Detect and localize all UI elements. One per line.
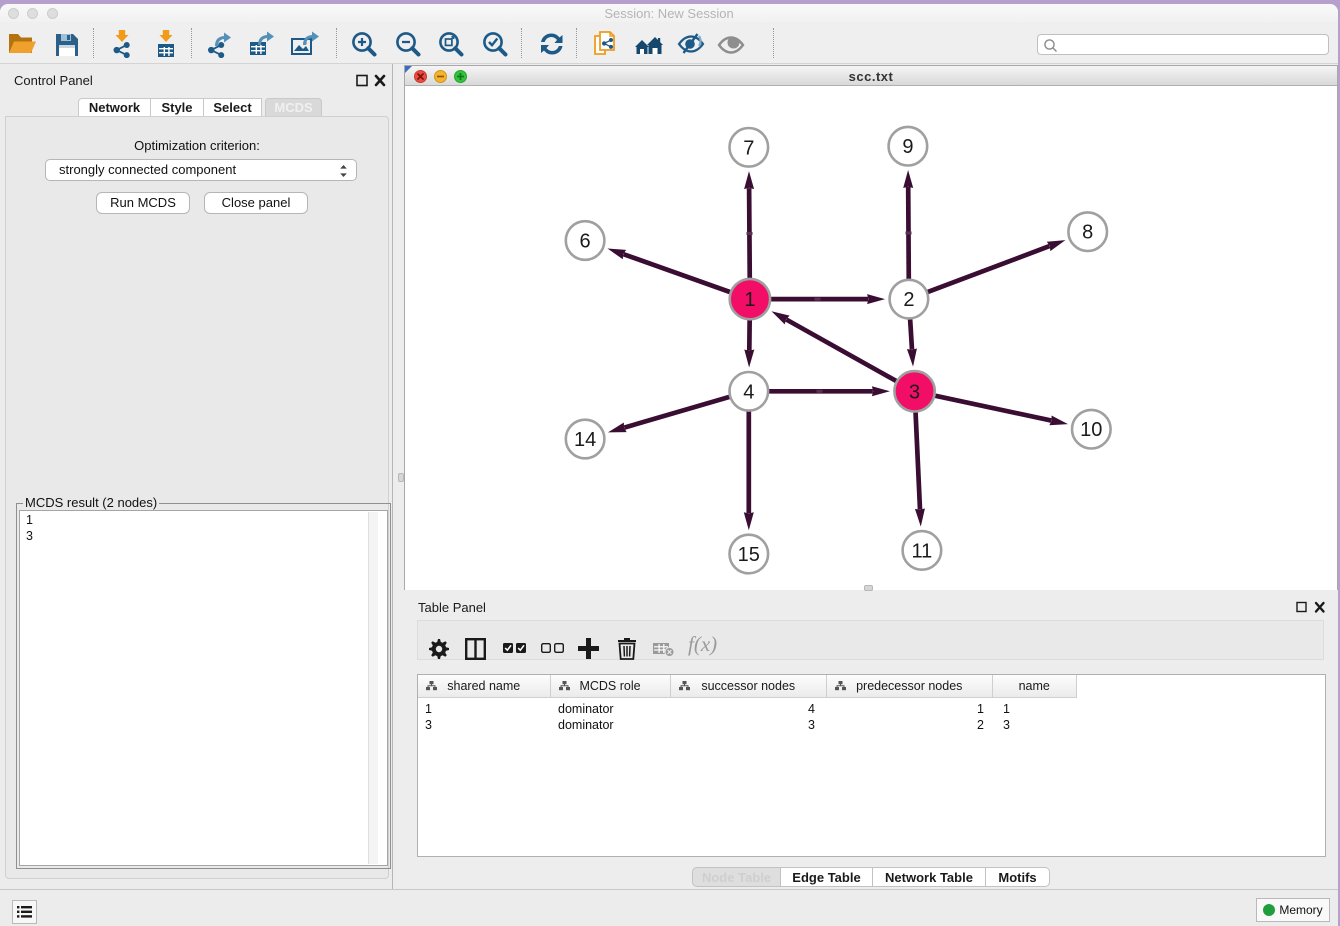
svg-text:2: 2 bbox=[903, 289, 914, 311]
svg-text:4: 4 bbox=[743, 381, 754, 403]
svg-text:14: 14 bbox=[574, 429, 596, 451]
svg-text:11: 11 bbox=[912, 540, 933, 562]
svg-text:15: 15 bbox=[738, 544, 760, 566]
svg-text:6: 6 bbox=[580, 231, 591, 253]
svg-text:10: 10 bbox=[1080, 419, 1102, 441]
svg-text:3: 3 bbox=[909, 381, 920, 403]
svg-text:9: 9 bbox=[902, 136, 913, 158]
svg-text:8: 8 bbox=[1082, 222, 1093, 244]
svg-text:1: 1 bbox=[744, 289, 755, 311]
svg-text:7: 7 bbox=[743, 137, 754, 159]
